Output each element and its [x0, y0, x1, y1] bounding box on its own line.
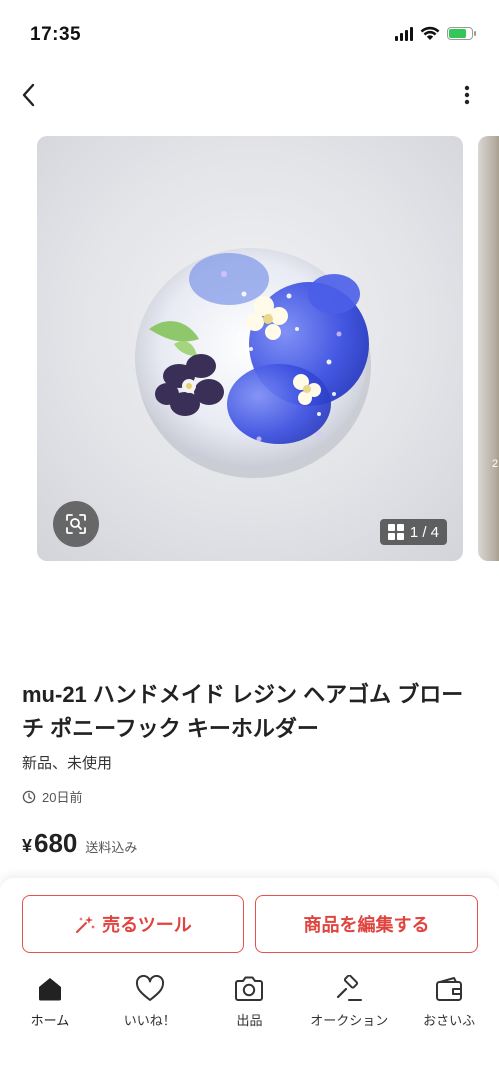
price-value: 680 [34, 828, 78, 858]
status-bar: 17:35 [0, 0, 499, 70]
grid-icon [387, 524, 404, 540]
sparkle-wand-icon [76, 916, 96, 933]
more-options-button[interactable] [453, 78, 481, 112]
bottom-action-sheet: 売るツール 商品を編集する ホーム いいね！ 出品 オークション おさいふ [0, 878, 499, 1080]
back-button[interactable] [12, 78, 46, 112]
more-vertical-icon [464, 85, 470, 105]
image-carousel[interactable]: 1 / 4 2 [0, 136, 499, 561]
product-condition: 新品、未使用 [22, 755, 113, 772]
tab-home[interactable]: ホーム [0, 974, 100, 1034]
heart-icon [135, 975, 164, 1001]
posted-time-text: 20日前 [42, 790, 83, 805]
price-currency: ¥ [22, 836, 33, 856]
resin-flower-image [135, 248, 371, 478]
image-page-counter[interactable]: 1 / 4 [379, 519, 447, 545]
wallet-icon [436, 977, 463, 1001]
tab-sell-label: 出品 [236, 1013, 263, 1028]
tab-sell[interactable]: 出品 [200, 974, 300, 1034]
cellular-signal-icon [395, 26, 413, 41]
battery-icon [447, 27, 476, 40]
tab-wallet-label: おさいふ [423, 1013, 476, 1028]
lens-search-icon [66, 514, 86, 534]
tab-auction[interactable]: オークション [299, 974, 399, 1034]
next-photo-peek-text: 2 [492, 458, 499, 470]
camera-icon [235, 976, 264, 1001]
tab-wallet[interactable]: おさいふ [399, 974, 499, 1034]
tab-likes[interactable]: いいね！ [100, 974, 200, 1034]
tab-home-label: ホーム [30, 1013, 70, 1028]
page-counter-text: 1 / 4 [409, 523, 439, 541]
image-search-button[interactable] [53, 501, 99, 547]
tab-likes-label: いいね！ [123, 1013, 176, 1028]
product-title: mu-21 ハンドメイド レジン ヘアゴム ブローチ ポニーフック キーホルダー [22, 682, 464, 741]
home-icon [38, 978, 61, 1001]
edit-item-label: 商品を編集する [303, 915, 430, 935]
sell-tools-button[interactable]: 売るツール [22, 895, 244, 953]
tab-auction-label: オークション [310, 1013, 389, 1028]
posted-time: 20日前 [22, 787, 82, 806]
status-time: 17:35 [30, 24, 82, 45]
sell-tools-label: 売るツール [102, 915, 192, 935]
wifi-icon [420, 26, 440, 40]
shipping-note: 送料込み [85, 840, 138, 855]
nav-bar [0, 70, 499, 122]
product-photo[interactable]: 1 / 4 [37, 136, 463, 561]
status-icons [395, 26, 476, 41]
tab-bar: ホーム いいね！ 出品 オークション おさいふ [0, 974, 499, 1034]
gavel-icon [337, 975, 363, 1001]
edit-item-button[interactable]: 商品を編集する [255, 895, 478, 953]
next-product-photo[interactable]: 2 [478, 136, 499, 561]
clock-icon [22, 790, 36, 803]
chevron-left-icon [22, 83, 35, 107]
price: ¥ 680 送料込み [22, 828, 137, 859]
